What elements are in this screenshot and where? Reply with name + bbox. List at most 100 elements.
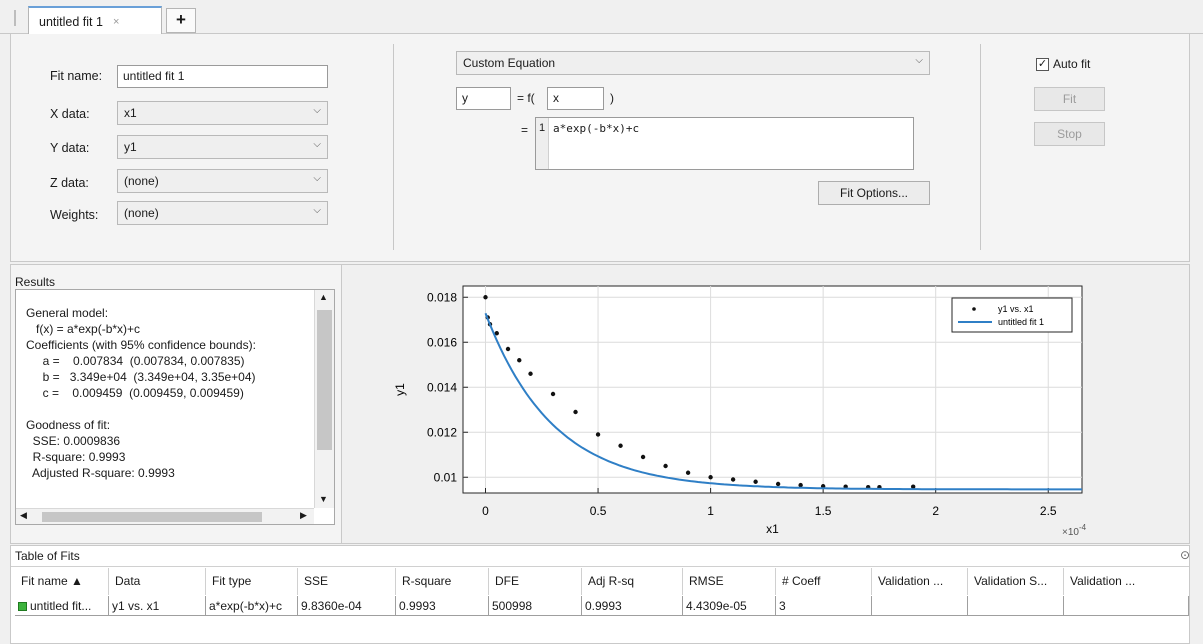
data-point [528, 371, 533, 376]
column-header-fit-name[interactable]: Fit name ▲ [15, 568, 109, 595]
x-tick-label: 1 [707, 504, 714, 518]
cell-adj-r-sq: 0.9993 [582, 596, 683, 616]
data-point [517, 358, 522, 363]
x-axis-label: x1 [766, 522, 779, 536]
x-axis-scale-label: ×10-4 [1062, 523, 1087, 538]
column-header-rmse[interactable]: RMSE [683, 568, 776, 595]
weights-value: (none) [124, 206, 159, 220]
results-line: Adjusted R-square: 0.9993 [26, 466, 175, 480]
vertical-scroll-thumb[interactable] [317, 310, 332, 450]
results-line: SSE: 0.0009836 [26, 434, 121, 448]
auto-fit-checkbox[interactable]: ✓ Auto fit [1036, 57, 1090, 71]
x-tick-label: 0 [482, 504, 489, 518]
y-axis-ticks: 0.01 0.012 0.014 0.016 0.018 [427, 290, 468, 484]
fit-type-select[interactable]: Custom Equation ⌵ [456, 51, 930, 75]
scroll-up-icon[interactable]: ▲ [319, 292, 328, 302]
results-line: f(x) = a*exp(-b*x)+c [26, 322, 141, 336]
data-point [685, 470, 691, 475]
column-header-adj-r-sq[interactable]: Adj R-sq [582, 568, 683, 595]
y-data-select[interactable]: y1 ⌵ [117, 135, 328, 159]
y-data-label: Y data: [50, 141, 90, 155]
dependent-variable-input[interactable]: y [456, 87, 511, 110]
legend-entry-fit: untitled fit 1 [998, 317, 1044, 327]
fit-status-icon [18, 602, 27, 611]
equation-editor[interactable]: 1 a*exp(-b*x)+c [535, 117, 914, 170]
data-point [640, 454, 646, 460]
chevron-down-icon: ⌵ [313, 173, 321, 184]
results-title: Results [15, 275, 56, 289]
tab-label: untitled fit 1 [39, 14, 103, 29]
y-tick-label: 0.014 [427, 380, 457, 394]
auto-fit-label: Auto fit [1053, 57, 1091, 71]
cell-validation-3 [1064, 596, 1189, 616]
legend[interactable]: y1 vs. x1 untitled fit 1 [951, 297, 1073, 333]
column-header-coeff[interactable]: # Coeff [776, 568, 872, 595]
column-header-fit-type[interactable]: Fit type [206, 568, 298, 595]
data-point [775, 481, 781, 487]
x-data-select[interactable]: x1 ⌵ [117, 101, 328, 125]
independent-variable-input[interactable]: x [547, 87, 604, 110]
data-point [618, 443, 623, 448]
y-tick-label: 0.01 [434, 470, 458, 484]
equation-text: a*exp(-b*x)+c [553, 122, 640, 135]
data-point [550, 391, 556, 397]
fit-name-input[interactable]: untitled fit 1 [117, 65, 328, 88]
cell-dfe: 500998 [489, 596, 582, 616]
fit-button[interactable]: Fit [1034, 87, 1105, 111]
cell-rmse: 4.4309e-05 [683, 596, 776, 616]
weights-label: Weights: [50, 208, 99, 222]
tab-strip-grip [14, 10, 16, 26]
vertical-scrollbar[interactable]: ▲ ▼ [314, 290, 334, 508]
x-scale-base: ×10 [1062, 527, 1079, 538]
add-tab-button[interactable]: + [166, 8, 196, 33]
z-data-select[interactable]: (none) ⌵ [117, 169, 328, 193]
data-point [505, 346, 511, 352]
chevron-down-icon: ⌵ [915, 55, 923, 66]
data-point [753, 479, 758, 484]
fit-type-value: Custom Equation [463, 56, 556, 70]
horizontal-scrollbar[interactable]: ◀ ▶ [16, 508, 314, 524]
x-tick-label: 1.5 [815, 504, 832, 518]
results-line: Goodness of fit: [26, 418, 111, 432]
x-scale-exponent: -4 [1079, 523, 1087, 532]
x-data-value: x1 [124, 106, 137, 120]
column-header-r-square[interactable]: R-square [396, 568, 489, 595]
column-header-validation-2[interactable]: Validation S... [968, 568, 1064, 595]
tab-untitled-fit-1[interactable]: untitled fit 1 × [28, 6, 162, 35]
column-header-data[interactable]: Data [109, 568, 206, 595]
x-tick-label: 2 [932, 504, 939, 518]
results-text-area[interactable]: General model: f(x) = a*exp(-b*x)+c Coef… [15, 289, 335, 525]
close-icon[interactable]: × [113, 16, 119, 28]
separator [393, 44, 394, 250]
cell-validation-2 [968, 596, 1064, 616]
y-tick-label: 0.012 [427, 425, 457, 439]
column-header-validation-1[interactable]: Validation ... [872, 568, 968, 595]
stop-button[interactable]: Stop [1034, 122, 1105, 146]
separator [980, 44, 981, 250]
cell-fit-type: a*exp(-b*x)+c [206, 596, 298, 616]
collapse-icon[interactable]: ⊙ [1180, 548, 1190, 562]
cell-data: y1 vs. x1 [109, 596, 206, 616]
z-data-value: (none) [124, 174, 159, 188]
horizontal-scroll-thumb[interactable] [42, 512, 262, 522]
data-point [663, 463, 668, 469]
column-header-dfe[interactable]: DFE [489, 568, 582, 595]
scroll-left-icon[interactable]: ◀ [20, 510, 27, 521]
column-header-validation-3[interactable]: Validation ... [1064, 568, 1189, 595]
chevron-down-icon: ⌵ [313, 139, 321, 150]
x-data-label: X data: [50, 107, 90, 121]
line-number: 1 [536, 118, 549, 169]
check-icon: ✓ [1036, 57, 1049, 71]
scroll-right-icon[interactable]: ▶ [300, 510, 307, 521]
data-point [798, 482, 803, 488]
weights-select[interactable]: (none) ⌵ [117, 201, 328, 225]
scroll-down-icon[interactable]: ▼ [319, 494, 328, 504]
column-header-sse[interactable]: SSE [298, 568, 396, 595]
results-line: a = 0.007834 (0.007834, 0.007835) [26, 354, 245, 368]
chevron-down-icon: ⌵ [313, 205, 321, 216]
close-paren-label: ) [610, 91, 614, 105]
results-line: b = 3.349e+04 (3.349e+04, 3.35e+04) [26, 370, 256, 384]
fit-options-button[interactable]: Fit Options... [818, 181, 930, 205]
results-line: General model: [26, 306, 109, 320]
fit-plot[interactable]: 0.01 0.012 0.014 0.016 0.018 0 0.5 1 1.5 2 2.5 x1… [342, 264, 1190, 544]
